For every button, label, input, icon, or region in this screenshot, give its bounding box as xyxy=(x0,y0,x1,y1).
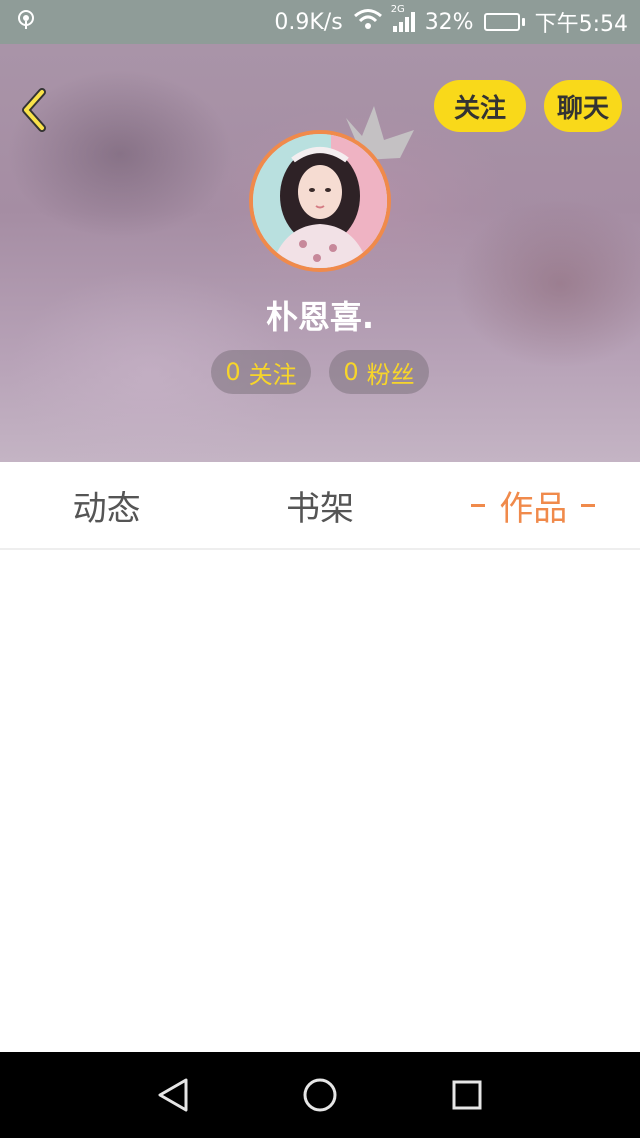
home-circle-icon xyxy=(303,1078,337,1112)
tab-activity[interactable]: 动态 xyxy=(0,462,213,548)
following-stat[interactable]: 0 关注 xyxy=(211,350,311,394)
following-label: 关注 xyxy=(248,360,297,389)
nav-back-button[interactable] xyxy=(143,1065,203,1125)
tab-label: 作品 xyxy=(499,488,568,529)
recents-square-icon xyxy=(452,1080,482,1110)
battery-percent: 32% xyxy=(424,9,474,35)
nav-recents-button[interactable] xyxy=(437,1065,497,1125)
back-button[interactable] xyxy=(16,88,52,132)
status-right: 0.9K/s 2G 32% 下午5:54 xyxy=(274,4,628,38)
status-left xyxy=(14,7,38,37)
avatar-image xyxy=(249,130,391,272)
status-time: 下午5:54 xyxy=(534,12,628,37)
follow-button[interactable]: 关注 xyxy=(434,80,526,132)
net-speed: 0.9K/s xyxy=(274,9,343,35)
active-indicator-right xyxy=(581,503,596,507)
fans-count: 0 xyxy=(343,358,359,386)
wifi-icon xyxy=(353,8,383,36)
active-indicator-left xyxy=(471,503,486,507)
network-type: 2G xyxy=(390,4,405,15)
profile-tabs: 动态 书架 作品 xyxy=(0,462,640,550)
signal-icon: 2G xyxy=(391,4,415,32)
back-triangle-icon xyxy=(158,1078,188,1112)
following-count: 0 xyxy=(225,358,241,386)
username: 朴恩喜. xyxy=(265,298,375,336)
chat-button[interactable]: 聊天 xyxy=(544,80,622,132)
avatar[interactable] xyxy=(249,130,391,272)
tab-bookshelf[interactable]: 书架 xyxy=(213,462,426,548)
nav-home-button[interactable] xyxy=(290,1065,350,1125)
fans-stat[interactable]: 0 粉丝 xyxy=(329,350,429,394)
back-icon xyxy=(22,88,46,132)
profile-header: 关注 聊天 朴恩喜. 0 关注 0 粉丝 xyxy=(0,44,640,462)
tab-label: 书架 xyxy=(285,488,354,529)
tab-label: 动态 xyxy=(72,488,141,529)
status-bar: 0.9K/s 2G 32% 下午5:54 xyxy=(0,0,640,44)
battery-icon xyxy=(483,13,525,31)
tab-works[interactable]: 作品 xyxy=(427,462,640,548)
fans-label: 粉丝 xyxy=(366,360,415,389)
works-content-area xyxy=(0,552,640,1052)
hotspot-icon xyxy=(14,7,38,37)
system-nav-bar xyxy=(0,1052,640,1138)
